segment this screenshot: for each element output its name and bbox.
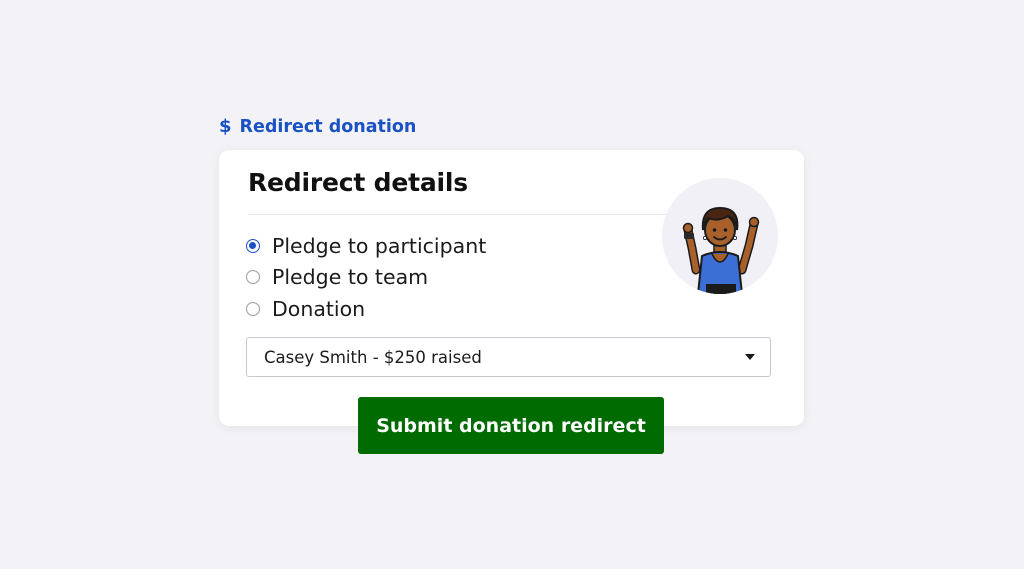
radio-button-pledge-to-participant[interactable] bbox=[246, 238, 260, 253]
radio-button-donation[interactable] bbox=[246, 301, 260, 316]
radio-label: Donation bbox=[272, 296, 366, 321]
card-title: Redirect details bbox=[248, 168, 468, 197]
dollar-icon: $ bbox=[219, 116, 232, 137]
submit-donation-redirect-button[interactable]: Submit donation redirect bbox=[358, 397, 664, 454]
redirect-donation-label: Redirect donation bbox=[239, 116, 417, 137]
celebrating-participant-illustration bbox=[682, 206, 760, 294]
radio-option-donation[interactable]: Donation bbox=[246, 293, 486, 325]
redirect-details-card: Redirect details Pledge to participant P… bbox=[219, 150, 804, 426]
participant-select[interactable]: Casey Smith - $250 raised bbox=[246, 337, 771, 377]
radio-label: Pledge to participant bbox=[272, 233, 487, 258]
radio-option-pledge-to-team[interactable]: Pledge to team bbox=[246, 262, 486, 294]
caret-down-icon bbox=[745, 354, 755, 360]
redirect-type-radio-group: Pledge to participant Pledge to team Don… bbox=[246, 230, 486, 325]
radio-button-pledge-to-team[interactable] bbox=[246, 270, 260, 285]
redirect-donation-link[interactable]: $ Redirect donation bbox=[219, 116, 416, 137]
title-divider bbox=[248, 214, 678, 215]
radio-label: Pledge to team bbox=[272, 265, 429, 290]
radio-option-pledge-to-participant[interactable]: Pledge to participant bbox=[246, 230, 486, 262]
participant-select-value: Casey Smith - $250 raised bbox=[264, 347, 482, 367]
participant-avatar bbox=[662, 178, 778, 294]
